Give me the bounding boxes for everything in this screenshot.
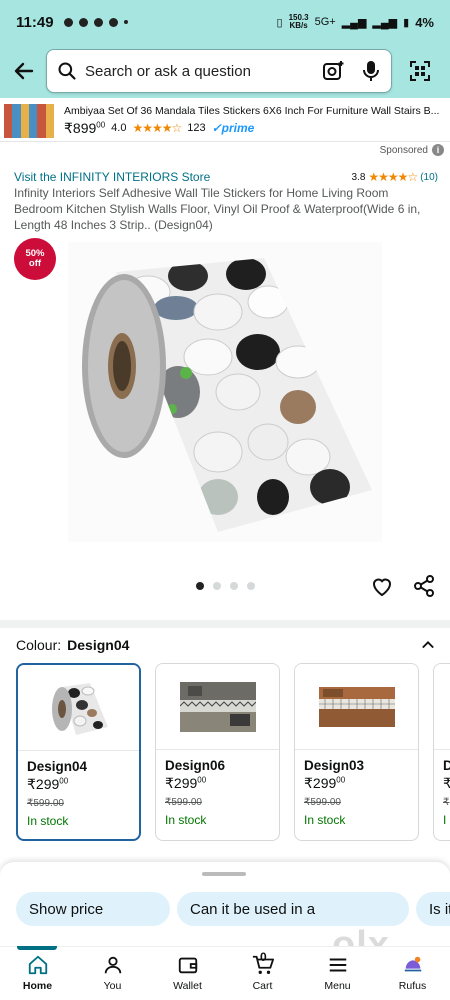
variant-price: ₹29900 [27,776,69,792]
status-time: 11:49 [16,13,54,31]
variant-card-design04[interactable]: Design04 ₹29900 ₹599.00 In stock [16,663,141,841]
rating-count: (10) [420,171,438,183]
variant-mrp: ₹599.00 [304,797,341,808]
variant-stock: In stock [304,813,346,827]
microphone-icon[interactable] [361,59,381,83]
cart-count: 0 [260,950,267,964]
menu-icon [329,958,346,972]
chevron-up-icon[interactable] [420,637,436,653]
suggestion-chip[interactable]: Show price [16,892,170,926]
signal-icon: ▂▄▆ [341,16,367,29]
nav-you[interactable]: You [75,947,150,1000]
nav-rufus[interactable]: Rufus [375,947,450,1000]
rating-value: 3.8 [351,171,366,183]
variant-price: ₹ [443,775,450,792]
colour-selected: Design04 [67,637,130,653]
camera-search-icon[interactable] [321,59,345,83]
share-icon[interactable] [412,574,436,598]
variant-card-design03[interactable]: Design03 ₹29900 ₹599.00 In stock [294,663,419,841]
network-type: 5G+ [314,16,336,28]
sheet-drag-handle[interactable] [202,872,246,876]
variant-name: Design06 [165,758,226,773]
image-carousel-dots[interactable] [196,582,255,590]
battery-icon: ▮ [403,16,410,29]
variant-mrp: ₹599.00 [165,797,202,808]
user-icon [104,956,121,974]
sponsored-ad[interactable]: Ambiyaa Set Of 36 Mandala Tiles Stickers… [0,100,450,142]
ad-thumbnail [4,103,54,138]
nav-cart[interactable]: 0 Cart [225,947,300,1000]
store-link[interactable]: Visit the INFINITY INTERIORS Store [14,170,210,184]
variant-name: D [443,758,450,773]
variant-stock: I [443,813,447,827]
home-icon [28,955,47,975]
variant-thumbnail [18,665,139,751]
nav-home[interactable]: Home [0,946,75,1000]
variant-name: Design04 [27,759,88,774]
ad-title: Ambiyaa Set Of 36 Mandala Tiles Stickers… [64,104,440,117]
carousel-dot[interactable] [247,582,255,590]
suggestion-chip[interactable]: Can it be used in a [177,892,409,926]
variant-stock: In stock [27,814,69,828]
colour-selector-header[interactable]: Colour: Design04 [16,637,436,653]
search-header: Search or ask a question [0,44,450,98]
search-input[interactable]: Search or ask a question [46,49,392,93]
battery-percent: 4% [415,14,434,30]
rufus-icon [404,956,421,972]
info-icon: i [432,144,444,156]
variant-card-design06[interactable]: Design06 ₹29900 ₹599.00 In stock [155,663,280,841]
heart-icon[interactable] [370,574,394,598]
app-icon [93,17,103,27]
wallet-icon [178,957,197,974]
variant-mrp: ₹ [443,797,450,808]
search-placeholder: Search or ask a question [85,62,251,80]
more-dot-icon [123,20,128,24]
variant-thumbnail [156,664,279,750]
variant-card-partial[interactable]: D ₹ ₹ I [433,663,450,841]
barcode-scan-button[interactable] [398,49,442,93]
suggestion-chip[interactable]: Is it [416,892,450,926]
ad-price: ₹89900 [64,119,106,136]
discount-badge: 50% off [14,238,56,280]
search-icon [58,62,76,80]
carousel-dot[interactable] [196,582,204,590]
ad-stars: ★★★★☆ [132,121,182,135]
bottom-navigation: Home You Wallet 0 Cart Menu Rufus [0,946,450,1000]
product-rating[interactable]: 3.8 ★★★★☆ (10) [352,170,439,184]
rating-stars: ★★★★☆ [368,170,418,184]
notification-icons [63,17,128,27]
nav-menu[interactable]: Menu [300,947,375,1000]
network-speed: 150.3 KB/s [288,13,309,30]
ad-review-count: 123 [187,122,206,134]
back-arrow-icon [14,62,34,80]
variant-name: Design03 [304,758,365,773]
scan-icon [410,61,430,81]
product-title: Infinity Interiors Self Adhesive Wall Ti… [14,186,421,232]
variant-price: ₹29900 [165,775,207,791]
variant-thumbnail [295,664,418,750]
variant-stock: In stock [165,813,207,827]
whatsapp-icon [78,17,88,27]
vibrate-icon: ▯ [276,16,283,29]
product-image[interactable] [68,242,382,542]
cloud-icon [108,17,118,27]
notification-icon [63,17,73,27]
sponsored-label[interactable]: Sponsored i [380,144,444,156]
section-divider [0,620,450,628]
status-bar: 11:49 ▯ 150.3 KB/s 5G+ ▂▄▆ ▂▄▆ ▮ 4% [0,0,450,44]
colour-label: Colour: [16,637,62,653]
prime-badge: ✓prime [211,121,255,135]
status-right: ▯ 150.3 KB/s 5G+ ▂▄▆ ▂▄▆ ▮ 4% [277,14,435,30]
nav-wallet[interactable]: Wallet [150,947,225,1000]
back-button[interactable] [2,49,46,93]
carousel-dot[interactable] [230,582,238,590]
variant-mrp: ₹599.00 [27,798,64,809]
ad-rating: 4.0 [111,122,127,134]
variant-price: ₹29900 [304,775,346,791]
signal-icon-2: ▂▄▆ [372,16,398,29]
carousel-dot[interactable] [213,582,221,590]
